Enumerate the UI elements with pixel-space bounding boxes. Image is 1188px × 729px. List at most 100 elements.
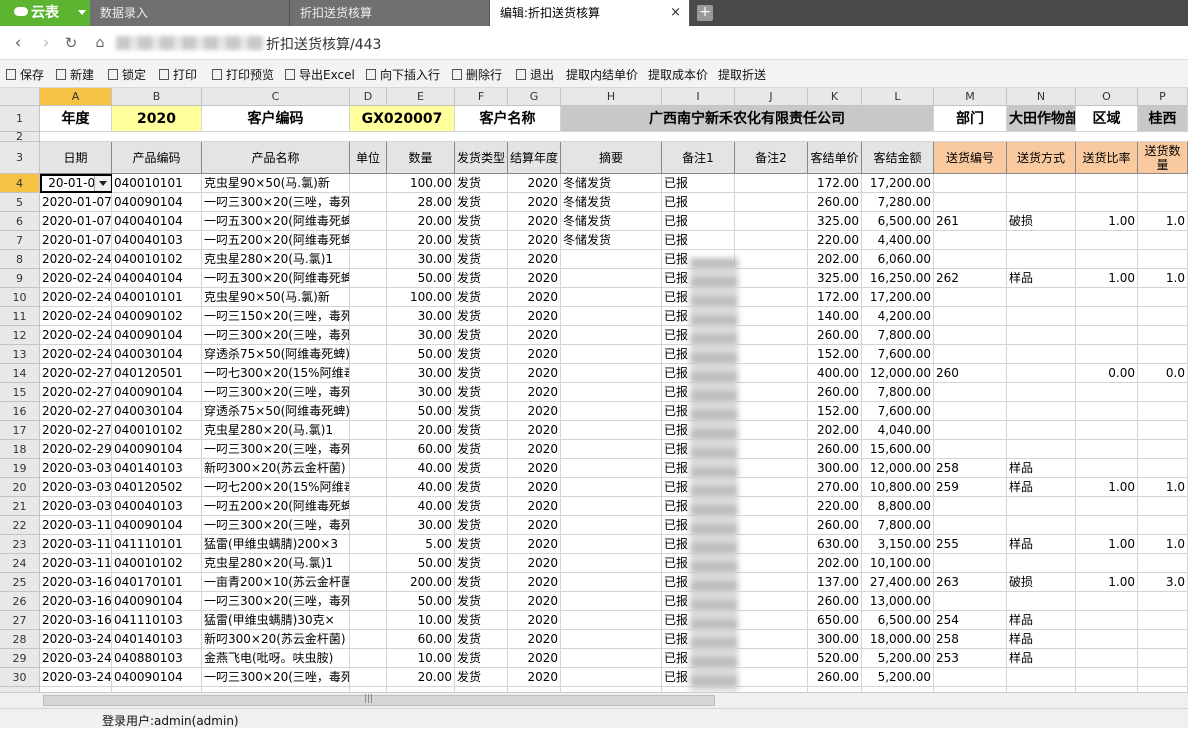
table-cell[interactable]: [561, 573, 662, 592]
table-cell[interactable]: 2020: [508, 326, 561, 345]
table-cell[interactable]: 一叼五300×20(阿维毒死蜱: [202, 269, 350, 288]
row-header[interactable]: 23: [0, 535, 40, 554]
toolbar-4-button[interactable]: 打印预览: [212, 66, 274, 83]
table-cell[interactable]: [735, 592, 808, 611]
table-cell[interactable]: 2020: [508, 668, 561, 687]
table-cell[interactable]: [561, 497, 662, 516]
table-cell[interactable]: 穿透杀75×50(阿维毒死蜱): [202, 402, 350, 421]
table-cell[interactable]: [1138, 497, 1188, 516]
table-cell[interactable]: 6,500.00: [862, 611, 934, 630]
table-cell[interactable]: [735, 174, 808, 193]
table-cell[interactable]: 17,200.00: [862, 288, 934, 307]
table-cell[interactable]: [934, 440, 1007, 459]
table-cell[interactable]: 50.00: [387, 269, 455, 288]
column-header-a[interactable]: A: [40, 88, 112, 106]
table-cell[interactable]: 040010101: [112, 288, 202, 307]
table-cell[interactable]: [350, 231, 387, 250]
table-cell[interactable]: 1.0: [1138, 478, 1188, 497]
table-cell[interactable]: [1076, 402, 1138, 421]
table-cell[interactable]: [1007, 402, 1076, 421]
table-cell[interactable]: [561, 630, 662, 649]
table-cell[interactable]: 040090104: [112, 668, 202, 687]
table-cell[interactable]: 50.00: [387, 592, 455, 611]
table-cell[interactable]: 260.00: [808, 193, 862, 212]
toolbar-5-button[interactable]: 导出Excel: [285, 66, 355, 83]
table-cell[interactable]: 262: [934, 269, 1007, 288]
table-cell[interactable]: [1007, 554, 1076, 573]
table-cell[interactable]: 已报: [662, 231, 735, 250]
toolbar-7-button[interactable]: 删除行: [452, 66, 502, 83]
table-cell[interactable]: 冬储发货: [561, 174, 662, 193]
table-cell[interactable]: [350, 630, 387, 649]
table-cell[interactable]: 样品: [1007, 269, 1076, 288]
table-cell[interactable]: 258: [934, 630, 1007, 649]
table-cell[interactable]: [1007, 307, 1076, 326]
table-cell[interactable]: 5,200.00: [862, 649, 934, 668]
row-header[interactable]: 21: [0, 497, 40, 516]
table-cell[interactable]: 已报: [662, 212, 735, 231]
table-cell[interactable]: 172.00: [808, 174, 862, 193]
table-cell[interactable]: [1007, 421, 1076, 440]
table-cell[interactable]: 7,800.00: [862, 383, 934, 402]
table-cell[interactable]: 2020-03-03: [40, 478, 112, 497]
table-cell[interactable]: 2020-03-24: [40, 630, 112, 649]
table-cell[interactable]: [1138, 630, 1188, 649]
table-cell[interactable]: 27,400.00: [862, 573, 934, 592]
table-cell[interactable]: 2020-03-03: [40, 497, 112, 516]
column-header-p[interactable]: P: [1138, 88, 1188, 106]
table-cell[interactable]: [1076, 174, 1138, 193]
table-cell[interactable]: 258: [934, 459, 1007, 478]
table-cell[interactable]: [350, 212, 387, 231]
table-cell[interactable]: 克虫星280×20(马.氯)1: [202, 421, 350, 440]
table-cell[interactable]: 1.00: [1076, 478, 1138, 497]
table-cell[interactable]: 6,060.00: [862, 250, 934, 269]
table-cell[interactable]: [350, 269, 387, 288]
row-header[interactable]: 10: [0, 288, 40, 307]
table-cell[interactable]: [1007, 383, 1076, 402]
table-cell[interactable]: [1138, 307, 1188, 326]
tab-data-entry[interactable]: 数据录入: [90, 0, 290, 26]
table-cell[interactable]: 040010102: [112, 554, 202, 573]
table-cell[interactable]: 2020-03-03: [40, 459, 112, 478]
table-cell[interactable]: 137.00: [808, 573, 862, 592]
row-header[interactable]: 28: [0, 630, 40, 649]
table-cell[interactable]: 破损: [1007, 573, 1076, 592]
table-cell[interactable]: 1.00: [1076, 535, 1138, 554]
table-cell[interactable]: 发货: [455, 554, 508, 573]
table-cell[interactable]: 28.00: [387, 193, 455, 212]
table-cell[interactable]: [350, 402, 387, 421]
table-cell[interactable]: [1076, 459, 1138, 478]
scrollbar-thumb[interactable]: |||: [43, 694, 715, 706]
table-cell[interactable]: [350, 478, 387, 497]
table-cell[interactable]: 152.00: [808, 345, 862, 364]
table-cell[interactable]: [561, 440, 662, 459]
table-cell[interactable]: [735, 630, 808, 649]
table-cell[interactable]: 040030104: [112, 345, 202, 364]
table-cell[interactable]: 发货: [455, 345, 508, 364]
table-cell[interactable]: 2020: [508, 402, 561, 421]
url-path[interactable]: 折扣送货核算/443: [266, 34, 381, 54]
table-cell[interactable]: 7,800.00: [862, 326, 934, 345]
table-cell[interactable]: 7,600.00: [862, 345, 934, 364]
table-cell[interactable]: [934, 554, 1007, 573]
app-logo[interactable]: 云表: [0, 0, 90, 26]
table-cell[interactable]: 30.00: [387, 364, 455, 383]
table-cell[interactable]: [735, 250, 808, 269]
table-cell[interactable]: [350, 516, 387, 535]
table-cell[interactable]: 041110103: [112, 611, 202, 630]
table-cell[interactable]: [735, 383, 808, 402]
table-cell[interactable]: [1138, 421, 1188, 440]
table-cell[interactable]: [350, 497, 387, 516]
table-cell[interactable]: 发货: [455, 364, 508, 383]
table-cell[interactable]: 2020-02-24: [40, 288, 112, 307]
table-cell[interactable]: 520.00: [808, 649, 862, 668]
table-cell[interactable]: 发货: [455, 630, 508, 649]
table-cell[interactable]: 1.00: [1076, 573, 1138, 592]
table-cell[interactable]: 253: [934, 649, 1007, 668]
table-cell[interactable]: [735, 440, 808, 459]
table-cell[interactable]: [1076, 193, 1138, 212]
table-cell[interactable]: 一叼七200×20(15%阿维毒死: [202, 478, 350, 497]
table-cell[interactable]: 发货: [455, 421, 508, 440]
table-cell[interactable]: 5,200.00: [862, 668, 934, 687]
table-cell[interactable]: 7,800.00: [862, 516, 934, 535]
